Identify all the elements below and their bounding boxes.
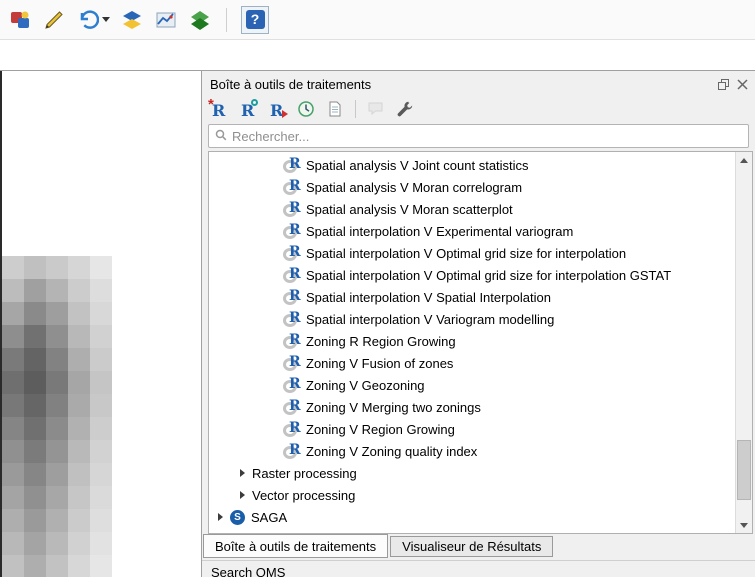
r-logo-icon <box>283 288 301 305</box>
processing-icon[interactable] <box>8 8 32 32</box>
main-toolbar <box>0 0 755 40</box>
panel-title-bar: Boîte à outils de traitements <box>202 71 755 95</box>
profile-map-icon[interactable] <box>154 8 178 32</box>
scrollbar-track[interactable] <box>736 168 752 517</box>
r-logo-icon <box>283 222 301 239</box>
tree-group-label: Raster processing <box>252 465 357 481</box>
toolbar-separator <box>226 7 227 32</box>
tree-item-label: Spatial analysis V Moran scatterplot <box>306 201 513 217</box>
comment-icon[interactable] <box>365 98 387 120</box>
tree-group-label: Vector processing <box>252 487 356 503</box>
float-panel-icon[interactable] <box>716 77 730 91</box>
arrow-down-icon <box>740 522 748 528</box>
search-input[interactable] <box>232 128 742 144</box>
tree-item-label: Spatial interpolation V Optimal grid siz… <box>306 245 627 261</box>
tree-item-r-script[interactable]: Spatial interpolation V Optimal grid siz… <box>209 242 752 264</box>
r-logo-icon <box>283 354 301 371</box>
saga-icon <box>230 509 245 525</box>
tree-item-label: Zoning V Fusion of zones <box>306 355 454 371</box>
open-r-script-icon[interactable] <box>237 98 259 120</box>
tree-group-raster-processing[interactable]: Raster processing <box>209 462 752 484</box>
r-logo-icon <box>283 398 301 415</box>
tree-item-r-script[interactable]: Spatial analysis V Joint count statistic… <box>209 154 752 176</box>
r-logo-icon <box>283 178 301 195</box>
r-logo-icon <box>283 200 301 217</box>
r-logo-icon <box>283 266 301 283</box>
scroll-down-button[interactable] <box>736 517 752 533</box>
expand-arrow-icon[interactable] <box>240 469 245 477</box>
tree-group-vector-processing[interactable]: Vector processing <box>209 484 752 506</box>
saga-layers-icon[interactable] <box>120 8 144 32</box>
grass-icon[interactable] <box>188 8 212 32</box>
undo-dropdown-arrow-icon[interactable] <box>102 17 110 22</box>
tree-group-saga[interactable]: SAGA <box>209 506 752 528</box>
search-qms-panel-header: Search QMS <box>202 560 755 577</box>
tree-item-label: Zoning R Region Growing <box>306 333 456 349</box>
history-icon[interactable] <box>295 98 317 120</box>
tree-item-label: Spatial interpolation V Spatial Interpol… <box>306 289 551 305</box>
tree-item-label: Zoning V Region Growing <box>306 421 455 437</box>
r-logo-icon <box>283 156 301 173</box>
panel-title: Boîte à outils de traitements <box>210 76 372 92</box>
close-panel-icon[interactable] <box>735 77 749 91</box>
tree-item-r-script[interactable]: Zoning V Zoning quality index <box>209 440 752 462</box>
r-logo-icon <box>283 310 301 327</box>
tree-item-r-script[interactable]: Zoning V Fusion of zones <box>209 352 752 374</box>
tree-item-r-script[interactable]: Zoning V Geozoning <box>209 374 752 396</box>
scrollbar-thumb[interactable] <box>737 440 751 500</box>
pen-digitize-icon[interactable] <box>42 8 66 32</box>
tree-item-r-script[interactable]: Spatial interpolation V Optimal grid siz… <box>209 264 752 286</box>
tree-item-r-script[interactable]: Spatial interpolation V Spatial Interpol… <box>209 286 752 308</box>
map-canvas[interactable] <box>0 71 201 577</box>
tree-item-label: Zoning V Merging two zonings <box>306 399 481 415</box>
options-icon[interactable] <box>394 98 416 120</box>
panel-tab-strip: Boîte à outils de traitements Visualiseu… <box>202 534 755 560</box>
r-logo-icon <box>283 376 301 393</box>
question-mark-icon <box>245 10 265 29</box>
tree-item-label: Spatial interpolation V Variogram modell… <box>306 311 555 327</box>
new-r-script-icon[interactable] <box>208 98 230 120</box>
tree-item-label: Zoning V Geozoning <box>306 377 425 393</box>
expand-arrow-icon[interactable] <box>240 491 245 499</box>
search-qms-panel-title: Search QMS <box>211 565 286 577</box>
help-icon[interactable] <box>241 5 269 34</box>
search-box <box>208 124 749 148</box>
save-r-script-icon[interactable] <box>266 98 288 120</box>
tree-item-label: Spatial interpolation V Experimental var… <box>306 223 574 239</box>
expand-arrow-icon[interactable] <box>218 513 223 521</box>
algorithm-tree: Spatial analysis V Joint count statistic… <box>208 151 753 534</box>
tree-item-label: Spatial analysis V Joint count statistic… <box>306 157 529 173</box>
panel-toolbar-separator <box>355 100 356 118</box>
log-icon[interactable] <box>324 98 346 120</box>
tree-item-label: Spatial interpolation V Optimal grid siz… <box>306 267 672 283</box>
tree-item-r-script[interactable]: Spatial analysis V Moran scatterplot <box>209 198 752 220</box>
tree-item-r-script[interactable]: Spatial interpolation V Experimental var… <box>209 220 752 242</box>
tree-item-label: Spatial analysis V Moran correlogram <box>306 179 523 195</box>
tree-items: Spatial analysis V Joint count statistic… <box>209 152 752 528</box>
map-preview <box>2 256 112 577</box>
r-logo-icon <box>283 420 301 437</box>
processing-toolbox-panel: Boîte à outils de traitements R * R R Re… <box>201 71 755 577</box>
tree-scrollbar[interactable] <box>735 152 752 533</box>
tree-group-label: SAGA <box>251 509 288 525</box>
undo-icon[interactable] <box>76 8 100 32</box>
arrow-up-icon <box>740 157 748 163</box>
tree-item-r-script[interactable]: Spatial interpolation V Variogram modell… <box>209 308 752 330</box>
tab-toolbox[interactable]: Boîte à outils de traitements <box>203 534 389 558</box>
r-logo-icon <box>283 332 301 349</box>
r-logo-icon <box>283 244 301 261</box>
empty-toolbar-row <box>0 41 755 70</box>
r-logo-icon <box>283 442 301 459</box>
tree-item-r-script[interactable]: Zoning R Region Growing <box>209 330 752 352</box>
processing-panel-toolbar <box>202 95 755 123</box>
tree-item-r-script[interactable]: Zoning V Merging two zonings <box>209 396 752 418</box>
tree-item-r-script[interactable]: Zoning V Region Growing <box>209 418 752 440</box>
search-icon <box>215 129 227 144</box>
scroll-up-button[interactable] <box>736 152 752 168</box>
tree-item-label: Zoning V Zoning quality index <box>306 443 478 459</box>
tab-results-viewer[interactable]: Visualiseur de Résultats <box>390 536 554 557</box>
tree-item-r-script[interactable]: Spatial analysis V Moran correlogram <box>209 176 752 198</box>
